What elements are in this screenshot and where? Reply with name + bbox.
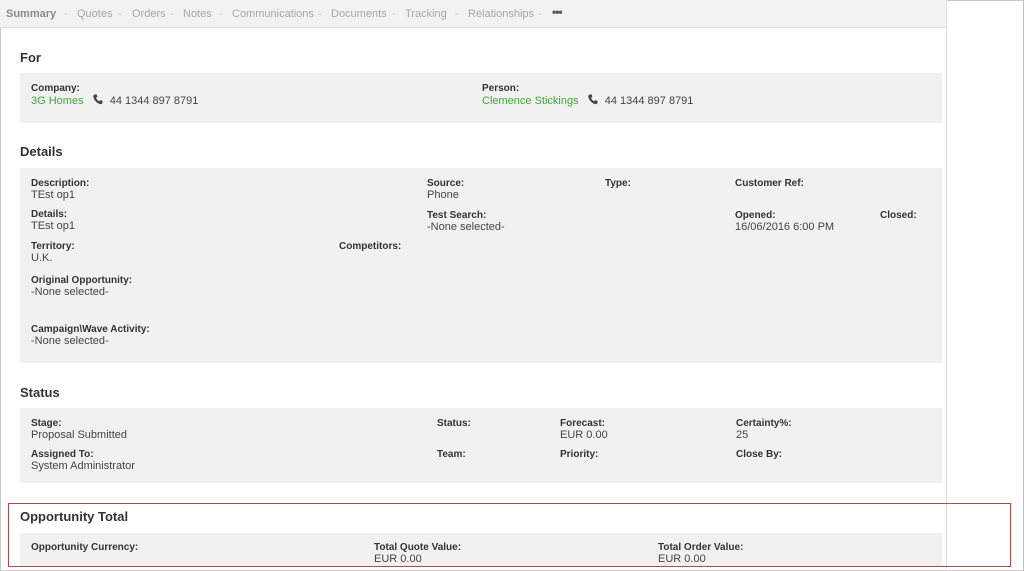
test-search-value: -None selected- <box>427 221 505 233</box>
section-title-details: Details <box>20 144 63 159</box>
source-value: Phone <box>427 189 459 201</box>
stage-value: Proposal Submitted <box>31 429 127 441</box>
tab-tracking[interactable]: Tracking <box>405 8 447 20</box>
tab-relationships[interactable]: Relationships <box>468 8 534 20</box>
assigned-to-value: System Administrator <box>31 460 135 472</box>
tab-summary[interactable]: Summary <box>6 8 56 20</box>
tab-separator: - <box>538 8 542 20</box>
tab-bar: Summary - Quotes - Orders - Notes - Comm… <box>0 0 946 28</box>
status-label: Status: <box>437 418 471 429</box>
for-box: Company: 3G Homes 44 1344 897 8791 Perso… <box>20 73 942 123</box>
forecast-label: Forecast: <box>560 418 606 429</box>
person-link[interactable]: Clemence Stickings <box>482 95 579 107</box>
company-label: Company: <box>31 83 80 94</box>
campaign-label: Campaign\Wave Activity: <box>31 324 150 335</box>
phone-icon[interactable] <box>587 94 598 108</box>
tab-communications[interactable]: Communications <box>232 8 314 20</box>
details-label: Details: <box>31 209 68 220</box>
tab-separator: - <box>455 8 459 20</box>
panel-edge <box>946 0 947 571</box>
customer-ref-label: Customer Ref: <box>735 178 804 189</box>
source-label: Source: <box>427 178 465 189</box>
section-title-for: For <box>20 50 41 65</box>
closed-label: Closed: <box>880 210 917 221</box>
opened-value: 16/06/2016 6:00 PM <box>735 221 835 233</box>
tab-separator: - <box>219 8 223 20</box>
person-phone: 44 1344 897 8791 <box>604 95 694 107</box>
section-title-status: Status <box>20 385 60 400</box>
close-by-label: Close By: <box>736 449 783 460</box>
assigned-to-label: Assigned To: <box>31 449 94 460</box>
tab-separator: - <box>64 8 68 20</box>
company-row: 3G Homes 44 1344 897 8791 <box>31 94 198 108</box>
description-value: TEst op1 <box>31 189 76 201</box>
tab-quotes[interactable]: Quotes <box>77 8 112 20</box>
tab-separator: - <box>392 8 396 20</box>
details-value: TEst op1 <box>31 220 76 232</box>
more-icon[interactable]: ••• <box>552 5 563 19</box>
type-label: Type: <box>605 178 631 189</box>
original-opportunity-value: -None selected- <box>31 286 109 298</box>
tab-separator: - <box>170 8 174 20</box>
status-box: Stage: Proposal Submitted Status: Foreca… <box>20 408 942 483</box>
priority-label: Priority: <box>560 449 599 460</box>
team-label: Team: <box>437 449 466 460</box>
tab-orders[interactable]: Orders <box>132 8 166 20</box>
person-label: Person: <box>482 83 520 94</box>
phone-icon[interactable] <box>92 94 103 108</box>
campaign-value: -None selected- <box>31 335 109 347</box>
tab-separator: - <box>318 8 322 20</box>
company-phone: 44 1344 897 8791 <box>109 95 199 107</box>
certainty-value: 25 <box>736 429 749 441</box>
forecast-value: EUR 0.00 <box>560 429 608 441</box>
tab-documents[interactable]: Documents <box>331 8 387 20</box>
details-box: Description: TEst op1 Source: Phone Type… <box>20 168 942 363</box>
territory-value: U.K. <box>31 252 53 264</box>
stage-label: Stage: <box>31 418 62 429</box>
tab-separator: - <box>118 8 122 20</box>
certainty-label: Certainty%: <box>736 418 792 429</box>
person-row: Clemence Stickings 44 1344 897 8791 <box>482 94 693 108</box>
test-search-label: Test Search: <box>427 210 487 221</box>
description-label: Description: <box>31 178 90 189</box>
tab-notes[interactable]: Notes <box>183 8 212 20</box>
original-opportunity-label: Original Opportunity: <box>31 275 133 286</box>
highlight-box <box>8 503 1011 567</box>
opened-label: Opened: <box>735 210 776 221</box>
company-link[interactable]: 3G Homes <box>31 95 84 107</box>
competitors-label: Competitors: <box>339 241 402 252</box>
territory-label: Territory: <box>31 241 75 252</box>
